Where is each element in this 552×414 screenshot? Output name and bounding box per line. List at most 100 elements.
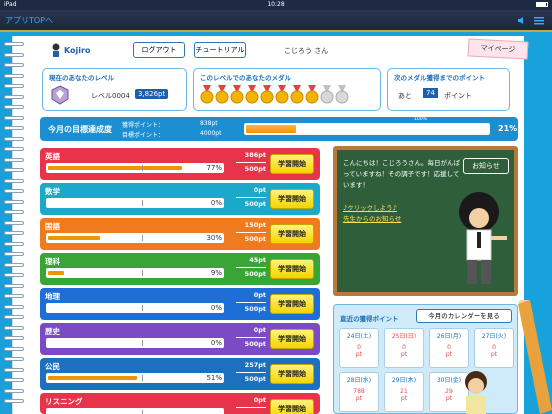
subject-points-divider <box>236 197 266 198</box>
logo: Kojiro <box>50 42 90 58</box>
notebook-ring <box>4 147 24 151</box>
goal-title: 今月の目標達成度 <box>48 125 112 134</box>
notebook-ring <box>4 231 24 235</box>
start-study-button[interactable]: 学習開始 <box>270 224 314 244</box>
subject-row: 歴史 0% 0pt 500pt 学習開始 <box>40 323 320 355</box>
calendar-value: 788 <box>353 388 365 395</box>
notebook-ring <box>4 294 24 298</box>
subject-percent: 0% <box>210 199 222 207</box>
click-prompt[interactable]: ♪クリックしよう♪ <box>343 202 397 212</box>
tutorial-button[interactable]: チュートリアル <box>194 42 246 58</box>
start-study-button[interactable]: 学習開始 <box>270 189 314 209</box>
subject-points-divider <box>236 372 266 373</box>
notebook-ring <box>4 325 24 330</box>
mascot-illustration-icon <box>465 371 487 414</box>
medal-earned-icon <box>290 85 304 104</box>
calendar-date: 24日(土) <box>346 333 372 340</box>
start-study-button[interactable]: 学習開始 <box>270 294 314 314</box>
level-panel-title: 現在のあなたのレベル <box>49 74 114 82</box>
calendar-unit: pt <box>355 351 363 358</box>
notebook-ring <box>4 283 24 288</box>
notice-tag[interactable]: お知らせ <box>463 158 509 174</box>
subject-progress-bar: 30% <box>46 233 224 243</box>
subject-row: 数学 0% 0pt 500pt 学習開始 <box>40 183 320 215</box>
start-study-button[interactable]: 学習開始 <box>270 399 314 414</box>
subject-points: 0pt <box>253 326 266 334</box>
start-study-button[interactable]: 学習開始 <box>270 259 314 279</box>
subject-progress-bar: 77% <box>46 163 224 173</box>
subject-points: 0pt <box>253 291 266 299</box>
notebook-ring <box>4 63 24 67</box>
notebook-ring <box>4 367 24 372</box>
medal-row <box>200 85 349 105</box>
subject-row: リスニング 0pt 学習開始 <box>40 393 320 414</box>
calendar-value: 0 <box>402 344 406 351</box>
subject-goal: 500pt <box>244 235 266 243</box>
subject-points-divider <box>236 337 266 338</box>
username: こじろう さん <box>284 47 329 55</box>
subject-percent: 9% <box>210 269 222 277</box>
teacher-notice-link[interactable]: 先生からのお知らせ <box>343 213 401 223</box>
notebook-ring <box>4 210 24 214</box>
notebook-ring <box>4 220 24 225</box>
subject-row: 公民 51% 257pt 500pt 学習開始 <box>40 358 320 390</box>
notebook-ring <box>4 52 24 57</box>
calendar-date: 26日(月) <box>436 333 462 340</box>
calendar-day-cell[interactable]: 25日(日) 0 pt <box>384 328 424 368</box>
logout-button[interactable]: ログアウト <box>133 42 185 58</box>
calendar-day-cell[interactable]: 24日(土) 0 pt <box>339 328 379 368</box>
subject-percent: 77% <box>206 164 222 172</box>
subject-progress-marker <box>142 340 143 346</box>
calendar-value: 0 <box>357 344 361 351</box>
subject-goal: 500pt <box>244 340 266 348</box>
notebook-ring <box>4 105 24 109</box>
medal-earned-icon <box>260 85 274 104</box>
speaker-icon[interactable] <box>518 17 526 24</box>
notebook-ring <box>4 42 24 46</box>
view-calendar-button[interactable]: 今月のカレンダーを見る <box>416 309 512 323</box>
subject-progress-fill <box>48 166 182 170</box>
medal-earned-icon <box>230 85 244 104</box>
notebook-ring <box>4 388 24 393</box>
calendar-day-cell[interactable]: 29日(木) 21 pt <box>384 372 424 412</box>
medal-empty-icon <box>320 85 334 104</box>
notebook-ring <box>4 178 24 183</box>
subject-progress-marker <box>142 165 143 171</box>
calendar-day-cell[interactable]: 26日(月) 0 pt <box>429 328 469 368</box>
goal-100-marker: 100% <box>414 117 427 122</box>
subject-percent: 51% <box>206 374 222 382</box>
mypage-tab[interactable]: マイページ <box>467 38 529 60</box>
calendar-day-cell[interactable]: 28日(水) 788 pt <box>339 372 379 412</box>
start-study-button[interactable]: 学習開始 <box>270 329 314 349</box>
notebook-ring <box>4 168 24 172</box>
back-to-app-top-link[interactable]: アプリTOPへ <box>5 15 53 26</box>
subject-points: 257pt <box>244 361 266 369</box>
subject-goal: 500pt <box>244 165 266 173</box>
level-points: 3,826pt <box>135 89 169 99</box>
subject-progress-bar: 51% <box>46 373 224 383</box>
calendar-unit: pt <box>400 395 408 402</box>
notebook-ring <box>4 241 24 246</box>
next-medal-panel: 次のメダル獲得までのポイント あと 74 ポイント <box>387 68 510 111</box>
subject-name: 地理 <box>45 292 60 301</box>
notebook-ring <box>4 336 24 340</box>
greeting-text: こんにちは！こじろうさん。毎日がんばっていますね！その調子です！応援しています！ <box>343 159 460 189</box>
menu-icon[interactable] <box>534 17 544 25</box>
subject-name: 理科 <box>45 257 60 266</box>
notebook-ring <box>4 136 24 141</box>
notebook-ring <box>4 273 24 277</box>
start-study-button[interactable]: 学習開始 <box>270 364 314 384</box>
medal-earned-icon <box>215 85 229 104</box>
subject-points: 0pt <box>253 186 266 194</box>
subject-name: 国語 <box>45 222 60 231</box>
level-panel: 現在のあなたのレベル レベル0004 3,826pt <box>42 68 187 111</box>
subject-name: 歴史 <box>45 327 60 336</box>
notebook-ring <box>4 346 24 351</box>
subject-points-divider <box>236 302 266 303</box>
subject-percent: 0% <box>210 339 222 347</box>
notebook-ring <box>4 115 24 120</box>
subject-percent: 0% <box>210 304 222 312</box>
subject-points-divider <box>236 407 266 408</box>
medal-panel-title: このレベルでのあなたのメダル <box>200 74 291 82</box>
start-study-button[interactable]: 学習開始 <box>270 154 314 174</box>
